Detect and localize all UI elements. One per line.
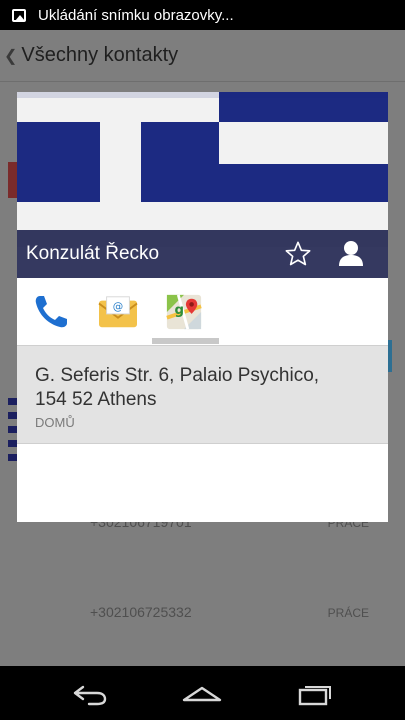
flag-fragment [17,92,388,98]
background-phone-row: +302106725332 PRÁCE [0,598,405,628]
action-bar[interactable]: ❮ Všechny kontakty [0,30,405,82]
home-icon[interactable] [180,678,224,708]
quick-contact-card: Konzulát Řecko @ g G. Seferis Str. 6, Pa… [17,92,388,522]
background-flag-strip [8,398,17,468]
person-icon[interactable] [338,239,364,267]
action-tabs: @ g [17,278,388,345]
email-icon: @ [98,296,138,328]
tab-phone[interactable] [19,284,83,340]
background-accent [388,340,392,372]
phone-number: +302106725332 [90,604,192,620]
address-type: DOMŮ [35,415,75,430]
contact-name-bar: Konzulát Řecko [17,230,388,278]
address-line-1: G. Seferis Str. 6, Palaio Psychico, [35,365,320,386]
tab-email[interactable]: @ [86,284,150,340]
screenshot-image-icon [12,8,26,22]
phone-type: PRÁCE [327,606,369,620]
svg-text:g: g [175,303,185,318]
flag-fragment [17,122,100,202]
svg-text:@: @ [113,301,123,313]
tab-maps[interactable]: g [152,284,216,340]
back-icon[interactable] [67,678,111,708]
page-title: Všechny kontakty [21,44,179,66]
selected-tab-indicator [152,338,219,344]
maps-icon: g [166,294,202,330]
status-bar: Ukládání snímku obrazovky... [0,0,405,30]
back-chevron-icon[interactable]: ❮ [4,46,17,66]
contact-photo [17,92,388,247]
address-item[interactable]: G. Seferis Str. 6, Palaio Psychico, 154 … [17,345,388,444]
navigation-bar [0,666,405,720]
flag-fragment [219,164,388,202]
star-icon[interactable] [284,240,312,268]
recent-apps-icon[interactable] [294,678,338,708]
status-text: Ukládání snímku obrazovky... [38,6,234,24]
address-text: G. Seferis Str. 6, Palaio Psychico, 154 … [35,364,375,412]
phone-icon [35,296,67,328]
flag-fragment [141,122,219,202]
contact-name: Konzulát Řecko [26,243,160,264]
address-line-2: 154 52 Athens [35,389,157,410]
